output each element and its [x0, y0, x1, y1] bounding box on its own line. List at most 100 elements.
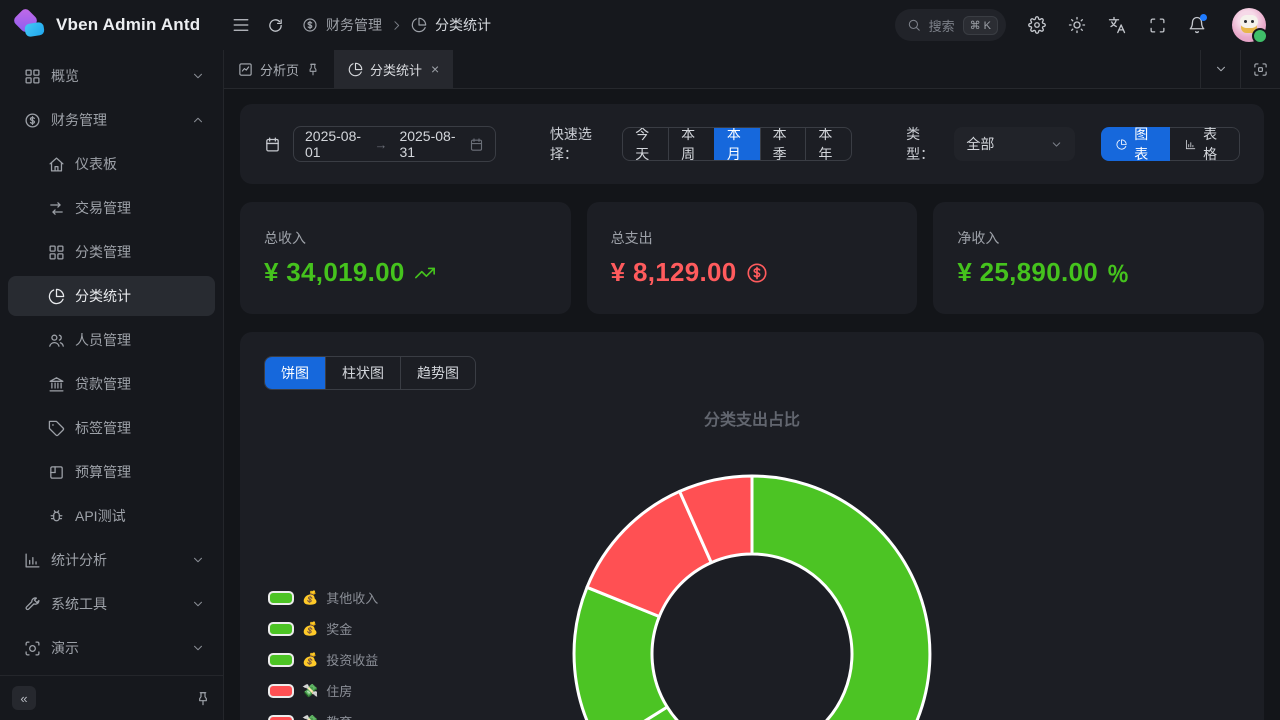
- legend-label: 投资收益: [326, 650, 378, 669]
- calendar-icon: [264, 136, 281, 153]
- breadcrumb: 财务管理 分类统计: [302, 15, 491, 35]
- stat-value: ¥ 8,129.00: [611, 257, 737, 288]
- legend-item[interactable]: 💰 其他收入: [268, 588, 378, 607]
- tab-bar: 分析页 分类统计 ×: [224, 50, 1280, 89]
- pie-chart-icon: [48, 288, 65, 305]
- sidebar-item-api-test[interactable]: API测试: [8, 496, 215, 536]
- chevron-down-icon: [191, 597, 205, 611]
- main-content: 2025-08-01 → 2025-08-31 快速选择： 今天 本周 本月 本…: [224, 88, 1280, 720]
- legend-item[interactable]: 💰 奖金: [268, 619, 378, 638]
- legend-swatch: [268, 715, 294, 720]
- sidebar-item-system-tools[interactable]: 系统工具: [8, 584, 215, 624]
- view-chart-button[interactable]: 图表: [1101, 127, 1170, 161]
- tab-category-stats[interactable]: 分类统计 ×: [334, 50, 453, 88]
- pin-icon[interactable]: [306, 62, 320, 76]
- legend-swatch: [268, 684, 294, 698]
- bar-chart-icon: [1185, 137, 1196, 152]
- stat-label: 总收入: [264, 228, 547, 248]
- header: Vben Admin Antd 财务管理 分类统计 搜索 ⌘ K: [0, 0, 1280, 50]
- legend-item[interactable]: 💸 住房: [268, 681, 378, 700]
- sidebar-item-analytics[interactable]: 统计分析: [8, 540, 215, 580]
- search-input[interactable]: 搜索 ⌘ K: [895, 9, 1006, 41]
- fullscreen-button[interactable]: [1140, 8, 1174, 42]
- legend-item[interactable]: 💸 教育: [268, 712, 378, 720]
- sidebar-item-transactions[interactable]: 交易管理: [8, 188, 215, 228]
- legend-label: 教育: [326, 712, 352, 720]
- sidebar-item-tags[interactable]: 标签管理: [8, 408, 215, 448]
- line-chart-icon: [238, 62, 253, 77]
- stat-card-net-income: 净收入 ¥ 25,890.00 ％: [933, 202, 1264, 314]
- quick-this-year-button[interactable]: 本年: [805, 128, 851, 160]
- language-button[interactable]: [1100, 8, 1134, 42]
- sidebar-item-members[interactable]: 人员管理: [8, 320, 215, 360]
- legend-label: 奖金: [326, 619, 352, 638]
- user-avatar[interactable]: [1232, 8, 1266, 42]
- type-select[interactable]: 全部: [954, 127, 1075, 161]
- sidebar-item-finance[interactable]: 财务管理: [8, 100, 215, 140]
- sidebar: 概览 财务管理 仪表板 交易管理 分类管理 分类统计: [0, 50, 224, 720]
- chevron-down-icon: [1050, 138, 1063, 151]
- home-icon: [48, 156, 65, 173]
- settings-button[interactable]: [1020, 8, 1054, 42]
- quick-this-month-button[interactable]: 本月: [714, 128, 760, 160]
- breadcrumb-parent[interactable]: 财务管理: [326, 15, 382, 35]
- legend-label: 住房: [326, 681, 352, 700]
- sidebar-item-loans[interactable]: 贷款管理: [8, 364, 215, 404]
- sidebar-collapse-button[interactable]: «: [12, 686, 36, 710]
- tab-pie-chart[interactable]: 饼图: [265, 357, 325, 389]
- search-shortcut-badge: ⌘ K: [963, 16, 998, 35]
- view-toggle: 图表 表格: [1101, 127, 1240, 161]
- chart-type-tabs: 饼图 柱状图 趋势图: [264, 356, 476, 390]
- chevron-right-icon: [390, 19, 403, 32]
- donut-slice-other-income[interactable]: [752, 476, 930, 720]
- tab-trend-chart[interactable]: 趋势图: [400, 357, 475, 389]
- view-table-button[interactable]: 表格: [1170, 127, 1240, 161]
- sidebar-item-budget[interactable]: 预算管理: [8, 452, 215, 492]
- date-start-value: 2025-08-01: [305, 128, 362, 160]
- legend-item[interactable]: 💰 投资收益: [268, 650, 378, 669]
- stat-label: 净收入: [957, 228, 1240, 248]
- breadcrumb-current: 分类统计: [435, 15, 491, 35]
- chevron-down-icon: [191, 69, 205, 83]
- refresh-button[interactable]: [258, 8, 292, 42]
- app-title: Vben Admin Antd: [56, 15, 200, 35]
- sidebar-item-overview[interactable]: 概览: [8, 56, 215, 96]
- online-status-dot: [1252, 28, 1268, 44]
- quick-this-week-button[interactable]: 本周: [668, 128, 714, 160]
- refresh-icon: [267, 17, 284, 34]
- tab-analysis[interactable]: 分析页: [224, 50, 334, 88]
- type-label: 类型：: [906, 124, 942, 164]
- money-bag-emoji: 💰: [302, 652, 318, 668]
- quick-select-label: 快速选择：: [550, 124, 610, 164]
- money-wings-emoji: 💸: [302, 683, 318, 699]
- tab-list-dropdown-button[interactable]: [1200, 50, 1240, 88]
- users-icon: [48, 332, 65, 349]
- date-range-input[interactable]: 2025-08-01 → 2025-08-31: [293, 126, 496, 162]
- sidebar-item-dashboard[interactable]: 仪表板: [8, 144, 215, 184]
- quick-this-quarter-button[interactable]: 本季: [760, 128, 806, 160]
- sidebar-item-category-stats[interactable]: 分类统计: [8, 276, 215, 316]
- grid-icon: [48, 244, 65, 261]
- type-select-value: 全部: [966, 134, 994, 154]
- close-tab-icon[interactable]: ×: [431, 61, 439, 77]
- sidebar-footer: «: [0, 675, 223, 720]
- tag-icon: [48, 420, 65, 437]
- dollar-circle-icon: [746, 262, 768, 284]
- tab-bar-chart[interactable]: 柱状图: [325, 357, 400, 389]
- maximize-content-button[interactable]: [1240, 50, 1280, 88]
- theme-toggle-button[interactable]: [1060, 8, 1094, 42]
- chart-legend: 💰 其他收入 💰 奖金 💰 投资收益 💸 住房: [268, 588, 378, 720]
- dollar-circle-icon: [24, 112, 41, 129]
- grid-icon: [24, 68, 41, 85]
- chevron-down-icon: [191, 641, 205, 655]
- calendar-icon: [469, 137, 484, 152]
- quick-today-button[interactable]: 今天: [623, 128, 668, 160]
- stat-value: ¥ 25,890.00: [957, 257, 1098, 288]
- sidebar-toggle-button[interactable]: [224, 8, 258, 42]
- pie-chart-icon: [1116, 137, 1127, 152]
- sidebar-item-demo[interactable]: 演示: [8, 628, 215, 668]
- notifications-button[interactable]: [1180, 8, 1214, 42]
- chart-card: 饼图 柱状图 趋势图 分类支出占比 💰 其他收入 💰 奖金 💰: [240, 332, 1264, 720]
- sidebar-item-categories[interactable]: 分类管理: [8, 232, 215, 272]
- sidebar-pin-button[interactable]: [195, 690, 211, 706]
